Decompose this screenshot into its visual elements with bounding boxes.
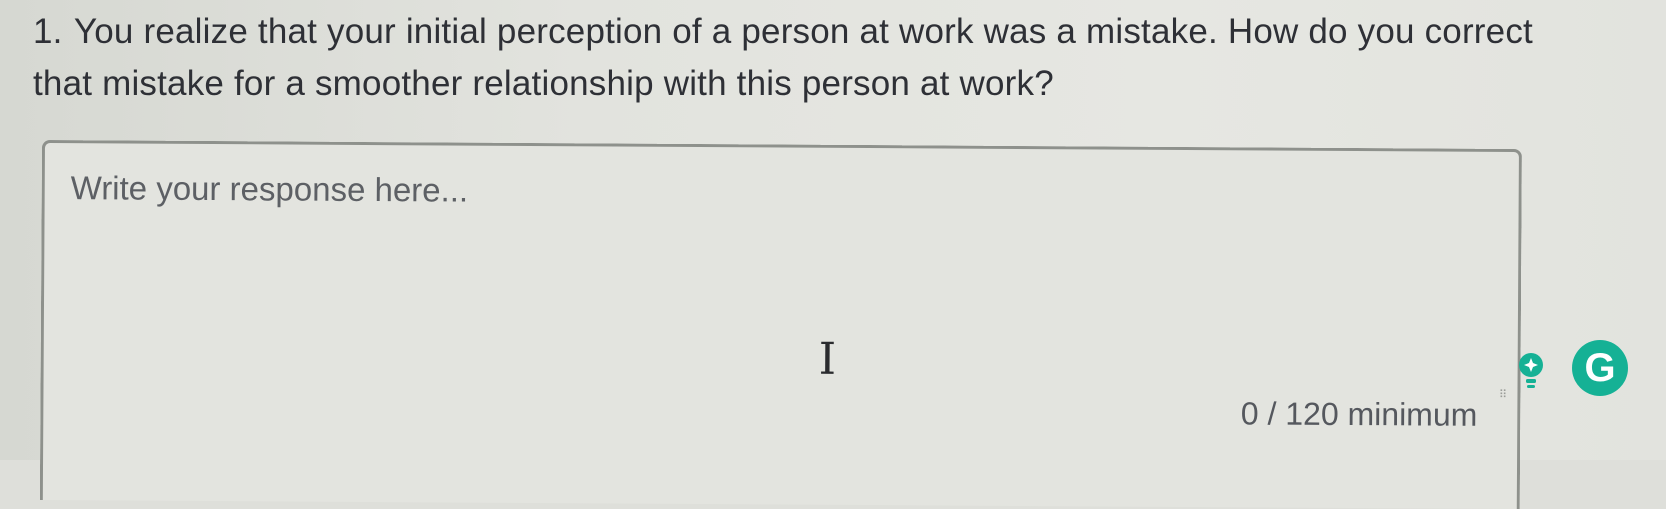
- question-number: 1.: [33, 12, 63, 51]
- question-prompt: 1. You realize that your initial percept…: [33, 6, 1533, 110]
- page: 1. You realize that your initial percept…: [0, 0, 1666, 509]
- resize-grip-icon[interactable]: ⠿: [1499, 388, 1507, 401]
- character-counter: 0 / 120 minimum: [1240, 395, 1478, 433]
- text-cursor-icon: I: [818, 333, 837, 385]
- response-container: I 0 / 120 minimum: [39, 140, 1522, 509]
- grammarly-letter: G: [1584, 345, 1616, 390]
- grammarly-icon[interactable]: G: [1572, 340, 1628, 396]
- lightbulb-icon[interactable]: [1518, 352, 1544, 390]
- response-textarea[interactable]: [68, 167, 1473, 218]
- question-text: You realize that your initial perception…: [33, 12, 1533, 103]
